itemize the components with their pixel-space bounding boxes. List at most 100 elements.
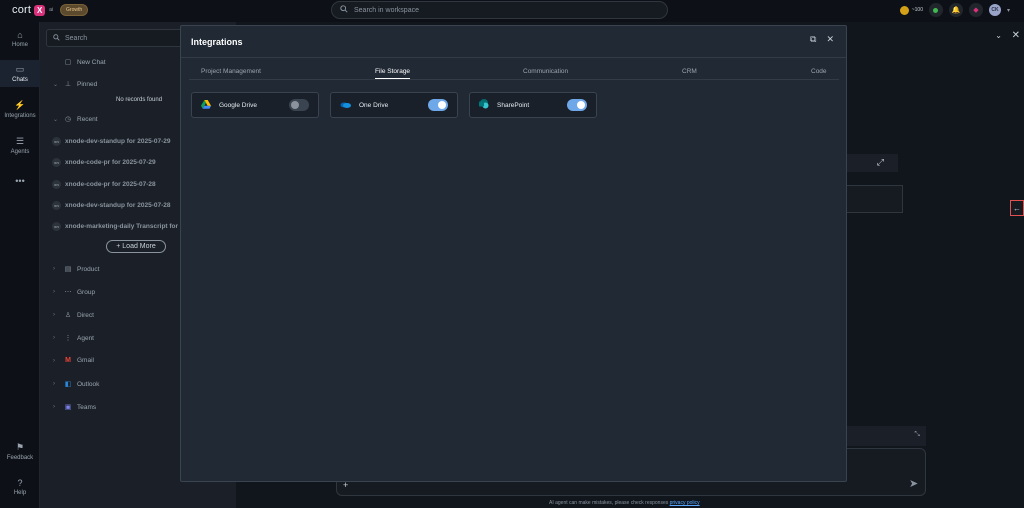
recent-section-toggle[interactable]: ⌄ ◷ Recent [53,115,98,124]
recent-chat-item[interactable]: xn xnode-marketing-daily Transcript for … [52,222,185,231]
chat-avatar-icon: xn [52,180,61,189]
sidebar-group-direct[interactable]: › ♙ Direct [53,311,94,320]
nav-chats-label: Chats [12,77,28,83]
nav-help[interactable]: ? Help [0,478,40,496]
recent-chat-title: xnode-dev-standup for 2025-07-28 [65,202,171,209]
sidebar-group-teams[interactable]: › ▣ Teams [53,403,96,412]
chevron-right-icon: › [53,404,55,410]
toggle-knob [577,101,585,109]
sidebar-group-group[interactable]: › ⋯ Group [53,288,96,297]
chat-avatar-icon: xn [52,222,61,231]
recent-chat-item[interactable]: xn xnode-code-pr for 2025-07-28 [52,180,156,189]
recent-chat-item[interactable]: xn xnode-dev-standup for 2025-07-29 [52,137,170,146]
top-bar: cort X ai Growth Search in workspace ~10… [0,0,1024,22]
left-nav: ⌂ Home ▭ Chats ⚡ Integrations ☰ Agents •… [0,22,40,508]
sidebar-group-product[interactable]: › ▤ Product [53,265,99,274]
sidebar-group-gmail[interactable]: › M Gmail [53,357,94,364]
recent-chat-title: xnode-code-pr for 2025-07-29 [65,159,156,166]
modal-title: Integrations [191,37,243,47]
home-icon: ⌂ [17,30,23,40]
chat-icon: ▭ [15,64,25,74]
user-avatar[interactable]: CK [988,4,1001,16]
chat-avatar-icon: xn [52,201,61,210]
sidebar-search-placeholder: Search [65,34,88,42]
minimize-icon[interactable]: ⤡ [914,431,920,439]
tab-code[interactable]: Code [811,68,827,75]
plug-icon: ⚡ [14,100,26,110]
google-drive-toggle[interactable] [289,99,309,111]
pinned-section-toggle[interactable]: ⌄ ⊥ Pinned [53,80,97,89]
chevron-down-icon: ⌄ [53,116,59,123]
gift-icon[interactable]: ◆ [968,3,983,17]
integration-card-sharepoint[interactable]: SharePoint [469,92,597,118]
chevron-down-icon[interactable]: ▾ [1007,7,1010,14]
chevron-down-icon[interactable]: ⌄ [995,31,1002,40]
integration-name: One Drive [359,101,389,109]
status-icon[interactable] [928,3,943,17]
integration-card-onedrive[interactable]: One Drive [330,92,458,118]
search-icon [340,5,348,15]
recent-chat-item[interactable]: xn xnode-dev-standup for 2025-07-28 [52,201,170,210]
nav-agents[interactable]: ☰ Agents [0,136,40,155]
credit-count[interactable]: ~100 [912,7,923,13]
close-icon[interactable]: ✕ [826,34,834,45]
tab-file-storage[interactable]: File Storage [375,68,411,79]
integrations-modal: Integrations ⧉ ✕ Project Management File… [180,25,847,482]
chat-avatar-icon: xn [52,137,61,146]
integration-name: Google Drive [219,101,257,109]
notification-bell-icon[interactable]: 🔔 [948,3,963,17]
sharepoint-icon [479,99,489,111]
background-chat-bar: ⤡ [846,426,926,446]
logo-suffix: ai [49,7,54,13]
pin-icon: ⊥ [64,81,72,88]
tab-communication[interactable]: Communication [523,68,568,75]
chevron-right-icon: › [53,335,55,341]
integration-card-google-drive[interactable]: Google Drive [191,92,319,118]
send-icon[interactable]: ➤ [909,477,918,490]
load-more-button[interactable]: + Load More [106,240,166,253]
sidebar-group-label: Group [77,288,96,296]
sidebar-search-input[interactable]: Search [46,29,196,47]
collapse-arrow-icon[interactable]: ← [1010,200,1024,216]
plan-badge[interactable]: Growth [60,4,89,16]
close-icon[interactable]: ✕ [1012,30,1020,41]
feedback-icon: ⚑ [15,442,25,452]
nav-integrations[interactable]: ⚡ Integrations [0,100,40,119]
search-icon [53,33,60,43]
new-chat-button[interactable]: ▢ New Chat [53,58,106,67]
group-icon: ⋯ [64,289,72,296]
recent-chat-title: xnode-dev-standup for 2025-07-29 [65,138,171,145]
agent-icon: ⋮ [64,335,72,342]
nav-more[interactable]: ••• [0,176,40,188]
sidebar-group-label: Outlook [77,380,100,388]
tab-crm[interactable]: CRM [682,68,697,75]
sharepoint-toggle[interactable] [567,99,587,111]
sidebar-group-outlook[interactable]: › ◧ Outlook [53,380,100,389]
onedrive-toggle[interactable] [428,99,448,111]
integration-name: SharePoint [497,101,530,109]
gmail-icon: M [65,357,71,364]
clock-icon: ◷ [64,116,72,123]
top-right-controls: ~100 🔔 ◆ CK ▾ [899,3,1010,17]
recent-chat-title: xnode-marketing-daily Transcript for ... [65,223,186,230]
teams-icon: ▣ [64,404,72,411]
expand-icon[interactable]: ⤢ [877,157,884,168]
chevron-right-icon: › [53,381,55,387]
nav-home[interactable]: ⌂ Home [0,30,40,48]
logo-text: cort [12,4,32,16]
sidebar-group-label: Agent [77,334,94,342]
recent-chat-item[interactable]: xn xnode-code-pr for 2025-07-29 [52,158,156,167]
chevron-right-icon: › [53,289,55,295]
sidebar-group-label: Gmail [77,357,94,364]
tab-project-management[interactable]: Project Management [201,68,261,75]
sidebar-group-agent[interactable]: › ⋮ Agent [53,334,94,343]
privacy-policy-link[interactable]: privacy policy [670,500,700,506]
workspace-search-input[interactable]: Search in workspace [331,1,668,19]
app-logo[interactable]: cort X ai Growth [12,4,89,16]
background-input[interactable] [846,185,903,213]
nav-chats[interactable]: ▭ Chats [0,60,40,87]
chevron-right-icon: › [53,312,55,318]
onedrive-icon [340,101,351,110]
popout-icon[interactable]: ⧉ [810,34,816,45]
nav-feedback[interactable]: ⚑ Feedback [0,442,40,461]
